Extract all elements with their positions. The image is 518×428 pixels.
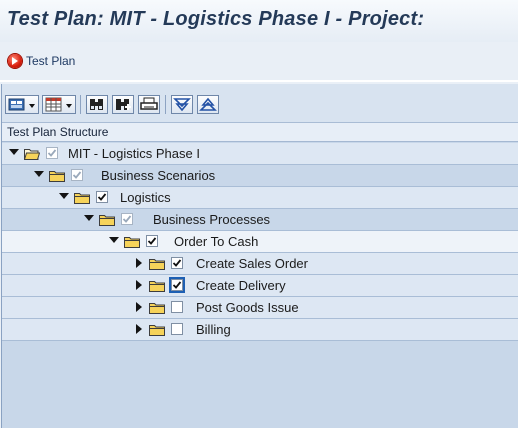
tree-node-label: Create Sales Order [196,256,308,271]
red-circle-arrow-icon [8,54,22,68]
tree-node-label: Billing [196,322,231,337]
node-checkbox[interactable] [146,235,158,247]
test-plan-button[interactable]: Test Plan [8,52,75,70]
find-next-button[interactable] [112,95,134,114]
node-checkbox[interactable] [121,213,133,225]
collapse-all-button[interactable] [197,95,219,114]
node-checkbox[interactable] [171,323,183,335]
folder-icon [74,193,90,204]
tree-toolbar [2,84,518,123]
node-checkbox[interactable] [169,277,185,293]
expand-arrow-icon[interactable] [136,302,142,312]
collapse-arrow-icon[interactable] [34,171,44,177]
collapse-arrow-icon[interactable] [9,149,19,155]
folder-icon [99,215,115,226]
node-checkbox[interactable] [96,191,108,203]
node-checkbox[interactable] [171,257,183,269]
layout-button[interactable] [5,95,39,114]
collapse-arrow-icon[interactable] [109,237,119,243]
toolbar-divider [0,80,518,82]
checkmark-icon [172,281,182,289]
checkmark-icon [122,215,132,223]
collapse-icon [199,97,217,111]
toolbar-separator [165,95,166,114]
table-icon [45,97,72,112]
tree-node[interactable]: Create Delivery [2,275,518,297]
tree-column-header: Test Plan Structure [2,123,518,142]
binoculars-plus-icon [116,99,131,110]
tree-node[interactable]: MIT - Logistics Phase I [2,143,518,165]
checkmark-icon [97,193,107,201]
find-button[interactable] [86,95,108,114]
test-plan-panel: Test Plan Structure MIT - Logistics Phas… [1,84,518,428]
folder-icon [149,325,165,336]
table-view-button[interactable] [42,95,76,114]
print-button[interactable] [138,95,160,114]
folder-icon [149,259,165,270]
folder-icon [49,171,65,182]
folder-open-icon [24,149,40,160]
tree-node[interactable]: Post Goods Issue [2,297,518,319]
folder-icon [149,303,165,314]
layout-icon [8,98,35,111]
node-checkbox[interactable] [171,301,183,313]
expand-arrow-icon[interactable] [136,280,142,290]
expand-arrow-icon[interactable] [136,258,142,268]
tree-node-label: Create Delivery [196,278,286,293]
window-title: Test Plan: MIT - Logistics Phase I - Pro… [7,8,425,30]
tree-node[interactable]: Create Sales Order [2,253,518,275]
collapse-arrow-icon[interactable] [59,193,69,199]
checkmark-icon [172,259,182,267]
title-bar: Test Plan: MIT - Logistics Phase I - Pro… [0,0,518,42]
checkmark-icon [72,171,82,179]
tree-node[interactable]: Billing [2,319,518,341]
tree-node-label: Order To Cash [174,234,259,249]
application-toolbar: Test Plan [0,42,518,80]
node-checkbox[interactable] [71,169,83,181]
expand-all-button[interactable] [171,95,193,114]
tree-node[interactable]: Business Processes [2,209,518,231]
toolbar-separator [80,95,81,114]
node-checkbox[interactable] [46,147,58,159]
binoculars-icon [90,99,103,110]
tree-node-label: Logistics [120,190,171,205]
folder-icon [149,281,165,292]
checkmark-icon [47,149,57,157]
tree-node-label: Business Scenarios [101,168,216,183]
tree-node[interactable]: Order To Cash [2,231,518,253]
tree-node[interactable]: Business Scenarios [2,165,518,187]
printer-icon [140,97,158,110]
tree-node[interactable]: Logistics [2,187,518,209]
test-plan-button-label: Test Plan [26,54,76,68]
checkmark-icon [147,237,157,245]
tree-node-label: MIT - Logistics Phase I [68,146,200,161]
tree-node-label: Business Processes [153,212,271,227]
folder-icon [124,237,140,248]
collapse-arrow-icon[interactable] [84,215,94,221]
expand-arrow-icon[interactable] [136,324,142,334]
expand-icon [173,98,191,112]
tree-node-label: Post Goods Issue [196,300,299,315]
